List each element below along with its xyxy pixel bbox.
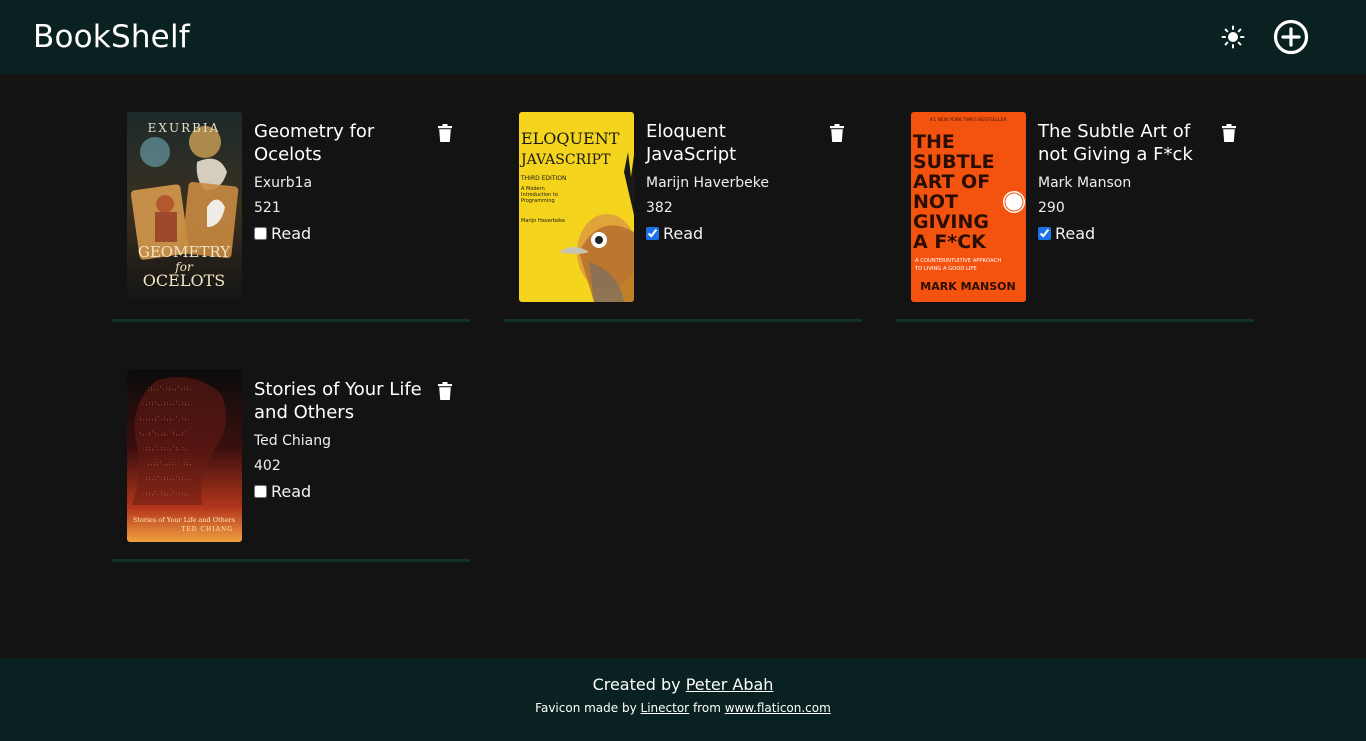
book-title: Stories of Your Life and Others bbox=[254, 379, 422, 423]
read-label: Read bbox=[271, 482, 312, 501]
read-toggle[interactable]: Read bbox=[254, 224, 429, 243]
cover-main-text: Stories of Your Life and Others bbox=[133, 516, 235, 524]
svg-text:,.:;'.,:;.'.:;,: ,.:;'.,:;.'.:;, bbox=[147, 461, 192, 467]
book-cover: EXURBIA GEOMETRY for OCELOTS bbox=[127, 112, 242, 302]
creator-link[interactable]: Peter Abah bbox=[686, 675, 774, 694]
book-info: Stories of Your Life and Others Ted Chia… bbox=[254, 378, 429, 501]
cover-tagline: A COUNTERINTUITIVE APPROACH bbox=[915, 258, 1001, 264]
svg-text:;.:,.;'.:,;.'.:;.: ;.:,.;'.:,;.'.:;. bbox=[139, 416, 190, 422]
book-title: Geometry for Ocelots bbox=[254, 121, 375, 165]
cover-edition: THIRD EDITION bbox=[520, 175, 566, 182]
footer-favicon-credit: Favicon made by Linector from www.flatic… bbox=[0, 701, 1366, 715]
cover-art: EXURBIA GEOMETRY for OCELOTS bbox=[127, 112, 242, 302]
favicon-credit-prefix: Favicon made by bbox=[535, 701, 637, 715]
cover-main-text: JAVASCRIPT bbox=[519, 152, 611, 168]
page-footer: Created by Peter Abah Favicon made by Li… bbox=[0, 658, 1366, 741]
read-checkbox[interactable] bbox=[254, 227, 267, 240]
cover-banner: #1 NEW YORK TIMES BESTSELLER bbox=[929, 117, 1006, 123]
read-toggle[interactable]: Read bbox=[1038, 224, 1213, 243]
flaticon-link[interactable]: www.flaticon.com bbox=[725, 701, 831, 715]
cover-subtitle: A Modern Introduction to Programming bbox=[521, 186, 558, 204]
favicon-author-link[interactable]: Linector bbox=[641, 701, 690, 715]
svg-text:.;:,'.;:.,';.:,: .;:,'.;:.,';.:, bbox=[142, 446, 187, 452]
delete-book-button[interactable] bbox=[437, 382, 453, 400]
book-author: Marijn Haverbeke bbox=[646, 175, 769, 191]
book-card: :;.,'.:;.,'.:;. .,:;',.;:.,'.:;, ;.:,.;'… bbox=[112, 370, 470, 562]
book-author: Ted Chiang bbox=[254, 433, 331, 449]
book-card: ELOQUENT JAVASCRIPT THIRD EDITION A Mode… bbox=[504, 112, 862, 322]
book-card: #1 NEW YORK TIMES BESTSELLER THE SUBTLE … bbox=[896, 112, 1254, 322]
cover-line: NOT bbox=[913, 191, 958, 213]
book-cover: #1 NEW YORK TIMES BESTSELLER THE SUBTLE … bbox=[911, 112, 1026, 302]
trash-icon bbox=[438, 382, 452, 400]
sun-icon bbox=[1221, 25, 1245, 49]
svg-text::,.;':.,;.':,.;': :,.;':.,;.':,.;' bbox=[139, 431, 187, 437]
footer-credit: Created by Peter Abah bbox=[0, 675, 1366, 694]
cover-main-text: GEOMETRY bbox=[138, 243, 231, 261]
book-info: The Subtle Art of not Giving a F*ck Mark… bbox=[1038, 120, 1213, 243]
trash-icon bbox=[830, 124, 844, 142]
book-info: Geometry for Ocelots Exurb1a 521 Read bbox=[254, 120, 429, 243]
footer-credit-prefix: Created by bbox=[592, 675, 681, 694]
delete-book-button[interactable] bbox=[1221, 124, 1237, 142]
cover-line: ART OF bbox=[913, 171, 990, 193]
app-header: BookShelf bbox=[0, 0, 1366, 74]
delete-book-button[interactable] bbox=[437, 124, 453, 142]
read-checkbox[interactable] bbox=[1038, 227, 1051, 240]
book-author: Exurb1a bbox=[254, 175, 313, 191]
cover-tagline: TO LIVING A GOOD LIFE bbox=[914, 266, 977, 272]
trash-icon bbox=[1222, 124, 1236, 142]
read-checkbox[interactable] bbox=[646, 227, 659, 240]
book-card: EXURBIA GEOMETRY for OCELOTS Geometry fo… bbox=[112, 112, 470, 322]
cover-author: TED CHIANG bbox=[181, 526, 233, 533]
trash-icon bbox=[438, 124, 452, 142]
book-cover: :;.,'.:;.,'.:;. .,:;',.;:.,'.:;, ;.:,.;'… bbox=[127, 370, 242, 542]
cover-art: :;.,'.:;.,'.:;. .,:;',.;:.,'.:;, ;.:,.;'… bbox=[127, 370, 242, 542]
book-title: The Subtle Art of not Giving a F*ck bbox=[1038, 121, 1193, 165]
delete-book-button[interactable] bbox=[829, 124, 845, 142]
read-toggle[interactable]: Read bbox=[254, 482, 429, 501]
book-pages: 521 bbox=[254, 200, 281, 216]
book-pages: 402 bbox=[254, 458, 281, 474]
theme-toggle-button[interactable] bbox=[1220, 24, 1246, 50]
header-actions bbox=[1220, 18, 1333, 56]
favicon-from-text: from bbox=[692, 701, 721, 715]
svg-text::;.,'.:;.,'.:;.: :;.,'.:;.,'.:;. bbox=[147, 386, 192, 392]
cover-line: GIVING bbox=[913, 211, 989, 233]
read-label: Read bbox=[1055, 224, 1096, 243]
svg-text:.:;,'.:;,.'.:;,.: .:;,'.:;,.'.:;,. bbox=[142, 491, 190, 497]
svg-text:;:.,'.;:,.';:.,: ;:.,'.;:,.';:., bbox=[145, 476, 190, 482]
book-pages: 290 bbox=[1038, 200, 1065, 216]
cover-art: ELOQUENT JAVASCRIPT THIRD EDITION A Mode… bbox=[519, 112, 634, 302]
read-toggle[interactable]: Read bbox=[646, 224, 821, 243]
cover-art: #1 NEW YORK TIMES BESTSELLER THE SUBTLE … bbox=[911, 112, 1026, 302]
cover-top-text: EXURBIA bbox=[148, 121, 221, 135]
read-checkbox[interactable] bbox=[254, 485, 267, 498]
cover-author: MARK MANSON bbox=[920, 280, 1015, 293]
cover-main-text: OCELOTS bbox=[143, 271, 225, 290]
plus-circle-icon bbox=[1273, 19, 1309, 55]
book-pages: 382 bbox=[646, 200, 673, 216]
read-label: Read bbox=[271, 224, 312, 243]
book-author: Mark Manson bbox=[1038, 175, 1132, 191]
add-book-button[interactable] bbox=[1272, 18, 1310, 56]
book-cover: ELOQUENT JAVASCRIPT THIRD EDITION A Mode… bbox=[519, 112, 634, 302]
cover-line: A F*CK bbox=[913, 231, 987, 253]
book-title: Eloquent JavaScript bbox=[646, 121, 737, 165]
brand-title: BookShelf bbox=[33, 19, 190, 55]
svg-text:.,:;',.;:.,'.:;,: .,:;',.;:.,'.:;, bbox=[142, 401, 190, 407]
read-label: Read bbox=[663, 224, 704, 243]
cover-line: SUBTLE bbox=[913, 151, 995, 173]
cover-line: THE bbox=[913, 131, 955, 153]
book-info: Eloquent JavaScript Marijn Haverbeke 382… bbox=[646, 120, 821, 243]
cover-author: Marijn Haverbeke bbox=[521, 218, 565, 224]
cover-main-text: ELOQUENT bbox=[521, 129, 620, 148]
